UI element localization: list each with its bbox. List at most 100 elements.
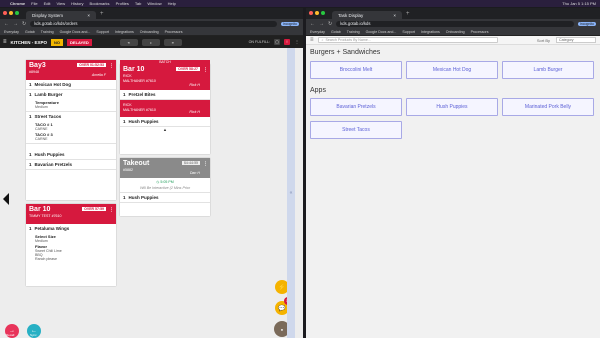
order-item[interactable]: 1 Hush Puppies bbox=[120, 117, 210, 127]
bookmark-item[interactable]: Gotab bbox=[25, 30, 35, 34]
url-field[interactable]: kds.gotab.io/kds/orders bbox=[30, 20, 277, 27]
hamburger-menu-icon[interactable]: ≡ bbox=[310, 37, 314, 43]
new-tab-icon[interactable]: + bbox=[406, 11, 410, 17]
fulfill-toggle-icon[interactable]: ▢ bbox=[274, 39, 280, 45]
product-button[interactable]: Marinated Pork Belly bbox=[502, 98, 594, 116]
bookmark-item[interactable]: Onboarding bbox=[140, 30, 159, 34]
browser-tab[interactable]: Display System × bbox=[26, 11, 96, 19]
order-card[interactable]: Bay3 #8948 OVER 01:52:53 Amelia F ⋮ 1 Mex… bbox=[26, 60, 116, 200]
bookmark-item[interactable]: Integrations bbox=[421, 30, 440, 34]
menu-view[interactable]: View bbox=[56, 1, 65, 6]
bookmark-item[interactable]: Training bbox=[347, 30, 360, 34]
menu-chrome[interactable]: Chrome bbox=[10, 1, 25, 6]
new-tab-icon[interactable]: + bbox=[100, 11, 104, 17]
card-menu-icon[interactable]: ⋮ bbox=[109, 207, 114, 213]
center-page-button[interactable]: • bbox=[141, 38, 160, 46]
minimize-window-icon[interactable] bbox=[315, 11, 319, 15]
product-button[interactable]: Lamb Burger bbox=[502, 61, 594, 79]
order-item[interactable]: 1 Street Tacos bbox=[26, 112, 116, 121]
bookmarks-bar: Everyday Gotab Training Google Docs and.… bbox=[0, 28, 303, 36]
menu-file[interactable]: File bbox=[31, 1, 37, 6]
order-card-header[interactable]: Bar 10 RICK MALTHANER #7610 OVER 58:27 R… bbox=[120, 64, 210, 90]
bookmark-item[interactable]: Everyday bbox=[4, 30, 19, 34]
card-menu-icon[interactable]: ⋮ bbox=[203, 161, 208, 167]
profile-badge[interactable]: Incognito bbox=[280, 21, 299, 26]
panel-splitter[interactable]: « bbox=[287, 48, 295, 338]
left-panel-arrow-icon[interactable] bbox=[3, 193, 9, 205]
alert-icon[interactable]: ! bbox=[284, 39, 290, 45]
filter-no-chip[interactable]: NO bbox=[51, 38, 64, 46]
order-item[interactable]: 1 Pretzel Bites bbox=[120, 90, 210, 100]
order-item[interactable]: 1 Lamb Burger bbox=[26, 90, 116, 99]
forward-icon[interactable]: → bbox=[319, 21, 324, 27]
item-qty: 1 bbox=[29, 92, 32, 97]
reload-icon[interactable]: ↻ bbox=[22, 21, 26, 27]
order-card[interactable]: Bar 10 TIMMY TEST #7610 OVER 57:59 ⋮ 1 Pe… bbox=[26, 204, 116, 286]
reload-icon[interactable]: ↻ bbox=[328, 21, 332, 27]
prev-page-button[interactable]: « bbox=[119, 38, 138, 46]
bookmark-item[interactable]: Onboarding bbox=[446, 30, 465, 34]
product-button[interactable]: Broccolini Melt bbox=[310, 61, 402, 79]
order-item[interactable]: 1 Bavarian Pretzels bbox=[26, 160, 116, 170]
sort-select[interactable]: Category bbox=[556, 37, 596, 43]
filter-delayed-chip[interactable]: DELAYED bbox=[67, 38, 92, 46]
hamburger-menu-icon[interactable]: ≡ bbox=[3, 39, 7, 45]
splitter-handle-icon[interactable]: « bbox=[290, 190, 293, 196]
search-placeholder: Search Products By Name... bbox=[325, 38, 371, 42]
caret-up-icon[interactable]: ▲ bbox=[120, 127, 210, 132]
product-button[interactable]: Street Tacos bbox=[310, 121, 402, 139]
order-card-header[interactable]: Takeout #5882 $4:44:55 Dan H ⋮ bbox=[120, 158, 210, 178]
order-item[interactable]: 1 Hush Puppies bbox=[26, 150, 116, 160]
card-menu-icon[interactable]: ⋮ bbox=[109, 63, 114, 69]
menu-tab[interactable]: Tab bbox=[135, 1, 141, 6]
menu-bookmarks[interactable]: Bookmarks bbox=[90, 1, 110, 6]
bookmark-item[interactable]: Google Docs and... bbox=[60, 30, 91, 34]
product-search-input[interactable]: ⌕ Search Products By Name... bbox=[317, 37, 498, 43]
product-button[interactable]: Hush Puppies bbox=[406, 98, 498, 116]
bookmark-item[interactable]: Processors bbox=[471, 30, 489, 34]
menu-help[interactable]: Help bbox=[168, 1, 176, 6]
order-card[interactable]: BATCH Bar 10 RICK MALTHANER #7610 OVER 5… bbox=[120, 60, 210, 154]
order-card-header[interactable]: Bay3 #8948 OVER 01:52:53 Amelia F ⋮ bbox=[26, 60, 116, 80]
bookmark-item[interactable]: Support bbox=[402, 30, 415, 34]
close-window-icon[interactable] bbox=[309, 11, 313, 15]
maximize-window-icon[interactable] bbox=[15, 11, 19, 15]
order-card-subheader[interactable]: RICK MALTHANER #7610 Rick H bbox=[120, 100, 210, 117]
order-item[interactable]: 1 Mexican Hot Dog bbox=[26, 80, 116, 90]
bookmark-item[interactable]: Processors bbox=[165, 30, 183, 34]
product-button[interactable]: Bavarian Pretzels bbox=[310, 98, 402, 116]
order-card[interactable]: Takeout #5882 $4:44:55 Dan H ⋮ ◷ 5:05 PM… bbox=[120, 158, 210, 216]
maximize-window-icon[interactable] bbox=[321, 11, 325, 15]
url-text: kds.gotab.io/kds bbox=[340, 21, 371, 26]
back-icon[interactable]: ← bbox=[310, 21, 315, 27]
order-item[interactable]: 1 Hush Puppies bbox=[120, 192, 210, 203]
product-button[interactable]: Mexican Hot Dog bbox=[406, 61, 498, 79]
bookmark-item[interactable]: Gotab bbox=[331, 30, 341, 34]
order-item[interactable]: 1 Petaluma Wings bbox=[26, 224, 116, 233]
sort-label: Sort By bbox=[536, 37, 550, 43]
bookmark-item[interactable]: Everyday bbox=[310, 30, 325, 34]
menu-edit[interactable]: Edit bbox=[44, 1, 51, 6]
menu-window[interactable]: Window bbox=[147, 1, 161, 6]
sort-value: Category bbox=[559, 38, 574, 42]
bookmark-item[interactable]: Google Docs and... bbox=[366, 30, 397, 34]
more-options-icon[interactable]: ⋮ bbox=[294, 39, 300, 45]
card-menu-icon[interactable]: ⋮ bbox=[203, 67, 208, 73]
close-tab-icon[interactable]: × bbox=[393, 13, 396, 18]
profile-badge[interactable]: Incognito bbox=[577, 21, 596, 26]
menu-profiles[interactable]: Profiles bbox=[116, 1, 129, 6]
next-page-button[interactable]: » bbox=[163, 38, 182, 46]
forward-icon[interactable]: → bbox=[13, 21, 18, 27]
bookmark-item[interactable]: Integrations bbox=[115, 30, 134, 34]
bookmark-item[interactable]: Training bbox=[41, 30, 54, 34]
menu-history[interactable]: History bbox=[71, 1, 83, 6]
bookmark-item[interactable]: Support bbox=[96, 30, 109, 34]
close-window-icon[interactable] bbox=[3, 11, 7, 15]
minimize-window-icon[interactable] bbox=[9, 11, 13, 15]
item-qty: 1 bbox=[123, 92, 126, 97]
order-card-header[interactable]: Bar 10 TIMMY TEST #7610 OVER 57:59 ⋮ bbox=[26, 204, 116, 224]
close-tab-icon[interactable]: × bbox=[87, 13, 90, 18]
back-icon[interactable]: ← bbox=[4, 21, 9, 27]
url-field[interactable]: kds.gotab.io/kds bbox=[336, 20, 574, 27]
browser-tab[interactable]: Task Display × bbox=[332, 11, 402, 19]
